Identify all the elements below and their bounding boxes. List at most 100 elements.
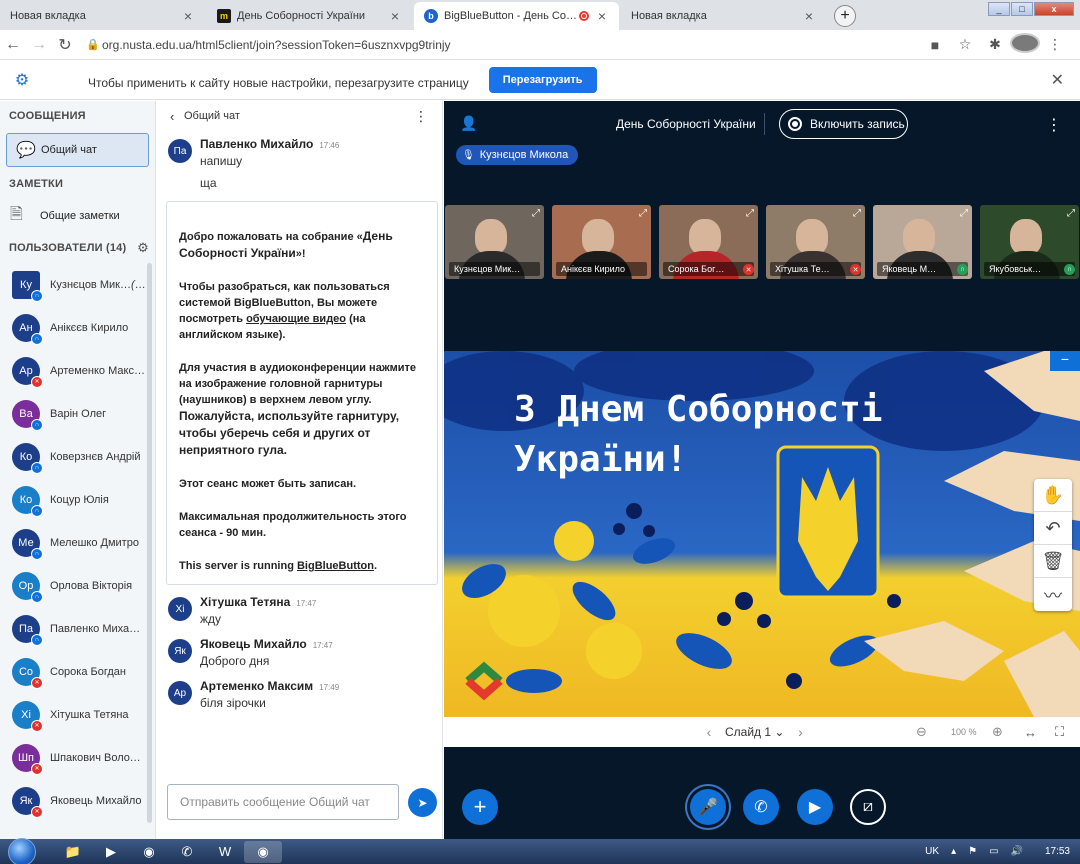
camera-button[interactable]: ▶ xyxy=(797,789,833,825)
sidebar-item-public-chat[interactable]: 💬 Общий чат xyxy=(6,133,149,167)
zoom-level[interactable]: 100 % xyxy=(951,727,977,737)
user-list-item[interactable]: Хі ✕ Хітушка Тетяна xyxy=(0,693,155,736)
tab-bigbluebutton[interactable]: b BigBlueButton - День Собор × xyxy=(414,2,619,30)
webcam-tile[interactable]: ⤢ Якубовськ… ∩ xyxy=(980,205,1079,279)
chat-message-input[interactable]: Отправить сообщение Общий чат xyxy=(167,784,399,820)
user-list-item[interactable]: Шп ✕ Шпакович Волод… xyxy=(0,736,155,779)
viber-icon[interactable]: ✆ xyxy=(168,841,206,863)
user-name: Хітушка Тетяна xyxy=(50,709,146,721)
fullscreen-icon[interactable]: ⤢ xyxy=(1067,208,1075,219)
tray-arrow-icon[interactable]: ▴ xyxy=(951,846,956,857)
record-button[interactable]: Включить запись xyxy=(779,109,908,139)
webcam-name[interactable]: Сорока Бог… xyxy=(663,262,754,276)
user-list-item[interactable]: Ку∩ Кузнєцов Мик…(Вы) xyxy=(0,263,155,306)
tab-new-2[interactable]: Новая вкладка × xyxy=(621,2,826,30)
user-list-item[interactable]: Як ✕ Яковець Михайло xyxy=(0,779,155,822)
fullscreen-icon[interactable]: ⤢ xyxy=(746,208,754,219)
clock[interactable]: 17:53 xyxy=(1045,846,1070,857)
kebab-icon[interactable]: ⋮ xyxy=(414,108,428,125)
menu-kebab-icon[interactable]: ⋮ xyxy=(1040,36,1070,53)
prev-slide-icon[interactable]: ‹ xyxy=(699,724,719,740)
word-icon[interactable]: W xyxy=(206,841,244,863)
zoom-out-icon[interactable]: ⊖ xyxy=(916,724,927,740)
extensions-icon[interactable]: ✱ xyxy=(980,36,1010,53)
leave-audio-button[interactable]: ✆ xyxy=(743,789,779,825)
start-button[interactable] xyxy=(8,837,36,864)
tab-close-icon[interactable]: × xyxy=(595,8,609,24)
fullscreen-icon[interactable]: ⛶ xyxy=(1055,724,1064,740)
user-list-item[interactable]: Па ∩ Павленко Михайло xyxy=(0,607,155,650)
screen-share-button[interactable]: ⧄ xyxy=(850,789,886,825)
sidebar-item-shared-notes[interactable]: 🗎 Общие заметки xyxy=(0,199,155,233)
fit-width-icon[interactable]: ↔ xyxy=(1024,725,1037,740)
user-list-item[interactable]: Ор ∩ Орлова Вікторія xyxy=(0,564,155,607)
webcam-name[interactable]: Яковець М… xyxy=(877,262,968,276)
next-slide-icon[interactable]: › xyxy=(790,724,810,740)
network-icon[interactable]: ▭ xyxy=(989,846,998,857)
microphone-button[interactable]: 🎤 xyxy=(690,789,726,825)
window-close-button[interactable]: x xyxy=(1034,2,1074,16)
fullscreen-icon[interactable]: ⤢ xyxy=(960,208,968,219)
user-list-item[interactable]: Ко ∩ Коцур Юлія xyxy=(0,478,155,521)
chrome-active-icon[interactable]: ◉ xyxy=(244,840,282,863)
tab-day-document[interactable]: m День Соборності України × xyxy=(207,2,412,30)
reload-icon[interactable]: ↻ xyxy=(52,35,78,55)
undo-icon[interactable]: ↶ xyxy=(1034,512,1072,545)
profile-avatar[interactable] xyxy=(1010,33,1040,56)
hand-tool-icon[interactable]: ✋ xyxy=(1034,479,1072,512)
scrollbar[interactable] xyxy=(147,263,152,823)
actions-plus-button[interactable]: + xyxy=(462,789,498,825)
webcam-name[interactable]: Хітушка Те… xyxy=(770,262,861,276)
minimize-button[interactable]: _ xyxy=(988,2,1010,16)
slide-select[interactable]: Слайд 1 ⌄ xyxy=(725,725,784,739)
webcam-tile[interactable]: ⤢ Сорока Бог… ✕ xyxy=(659,205,758,279)
webcam-name[interactable]: Анікєєв Кирило xyxy=(556,262,647,276)
camera-icon[interactable]: ■ xyxy=(920,37,950,53)
webcam-tile[interactable]: ⤢ Анікєєв Кирило xyxy=(552,205,651,279)
send-button[interactable]: ➤ xyxy=(408,788,437,817)
language-indicator[interactable]: UK xyxy=(925,846,939,857)
tab-close-icon[interactable]: × xyxy=(802,8,816,24)
maximize-button[interactable]: □ xyxy=(1011,2,1033,16)
volume-icon[interactable]: 🔊 xyxy=(1011,846,1023,857)
tab-close-icon[interactable]: × xyxy=(181,8,195,24)
fullscreen-icon[interactable]: ⤢ xyxy=(532,208,540,219)
webcam-tile[interactable]: ⤢ Кузнєцов Мик… xyxy=(445,205,544,279)
explorer-icon[interactable]: 📁 xyxy=(54,841,92,863)
webcam-tile[interactable]: ⤢ Яковець М… ∩ xyxy=(873,205,972,279)
webcam-name[interactable]: Кузнєцов Мик… xyxy=(449,262,540,276)
chevron-left-icon[interactable]: ‹ xyxy=(170,109,184,124)
chrome-icon[interactable]: ◉ xyxy=(130,841,168,863)
multi-user-chart-icon[interactable]: 〰 xyxy=(1034,578,1072,611)
user-list-item[interactable]: Ва ∩ Варін Олег xyxy=(0,392,155,435)
trash-icon[interactable]: 🗑 xyxy=(1034,545,1072,578)
zoom-in-icon[interactable]: ⊕ xyxy=(992,724,1003,740)
flag-icon[interactable]: ⚑ xyxy=(968,846,977,857)
webcam-name[interactable]: Якубовськ… xyxy=(984,262,1075,276)
forward-icon[interactable]: → xyxy=(26,36,52,54)
url-field[interactable]: 🔒 org.nusta.edu.ua/html5client/join?sess… xyxy=(86,33,912,57)
options-kebab-icon[interactable]: ⋮ xyxy=(1046,115,1062,135)
star-icon[interactable]: ☆ xyxy=(950,36,980,53)
user-list-item[interactable]: Ан ∩ Анікєєв Кирило xyxy=(0,306,155,349)
user-list-item[interactable]: Ме ∩ Мелешко Дмитро xyxy=(0,521,155,564)
close-icon[interactable]: ✕ xyxy=(1051,70,1064,90)
media-player-icon[interactable]: ▶ xyxy=(92,841,130,863)
talking-indicator[interactable]: 🎙 Кузнєцов Микола xyxy=(456,145,579,165)
user-list-item[interactable]: Со ✕ Сорока Богдан xyxy=(0,650,155,693)
tutorial-link[interactable]: обучающие видео xyxy=(246,313,346,325)
webcam-tile[interactable]: ⤢ Хітушка Те… ✕ xyxy=(766,205,865,279)
new-tab-button[interactable]: + xyxy=(834,5,856,27)
tab-close-icon[interactable]: × xyxy=(388,8,402,24)
user-icon[interactable]: 👤 xyxy=(460,115,477,132)
minimize-presentation-button[interactable]: − xyxy=(1050,351,1080,371)
tab-new-1[interactable]: Новая вкладка × xyxy=(0,2,205,30)
bbb-link[interactable]: BigBlueButton xyxy=(297,560,374,572)
user-list-item[interactable]: Ар ✕ Артеменко Максим xyxy=(0,349,155,392)
fullscreen-icon[interactable]: ⤢ xyxy=(853,208,861,219)
reload-button[interactable]: Перезагрузить xyxy=(488,66,597,93)
fullscreen-icon[interactable]: ⤢ xyxy=(639,208,647,219)
user-list-item[interactable]: Ко ∩ Коверзнєв Андрій xyxy=(0,435,155,478)
back-icon[interactable]: ← xyxy=(0,36,26,54)
gear-icon[interactable]: ⚙ xyxy=(137,233,149,263)
